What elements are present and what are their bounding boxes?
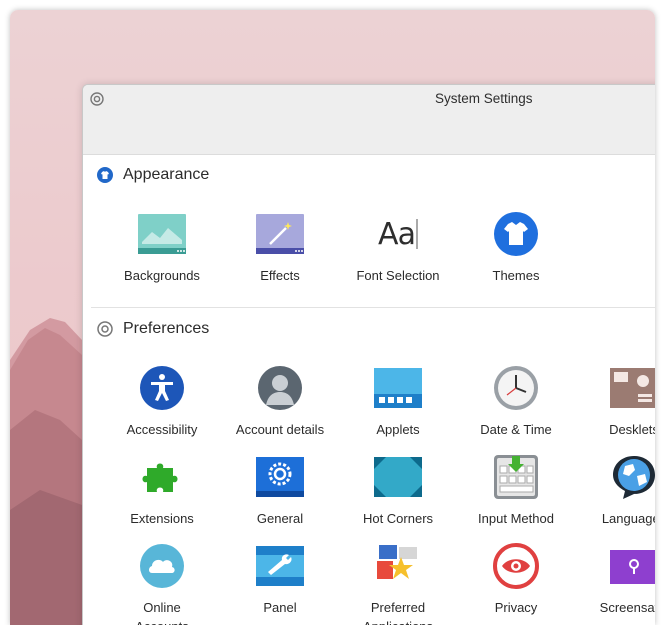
hot-corners-icon xyxy=(374,457,422,497)
appearance-label: Appearance xyxy=(123,166,210,183)
accessibility-icon xyxy=(140,366,184,410)
user-avatar-icon xyxy=(258,366,302,410)
item-general[interactable]: General xyxy=(221,453,339,528)
item-desklets[interactable]: Desklets xyxy=(575,364,655,439)
preferred-applications-label: Preferred Applications xyxy=(363,600,433,625)
preferences-header: Preferences xyxy=(97,320,209,338)
desktop-background: System Settings Appearance Backgrounds E… xyxy=(10,10,655,625)
preferences-label: Preferences xyxy=(123,320,210,337)
general-label: General xyxy=(256,511,304,526)
hot-corners-label: Hot Corners xyxy=(362,511,434,526)
online-accounts-label: Online Accounts xyxy=(135,600,188,625)
item-applets[interactable]: Applets xyxy=(339,364,457,439)
system-settings-window: System Settings Appearance Backgrounds E… xyxy=(82,84,655,625)
font-selection-label: Font Selection xyxy=(356,268,440,283)
privacy-label: Privacy xyxy=(494,600,538,615)
item-hot-corners[interactable]: Hot Corners xyxy=(339,453,457,528)
appearance-header: Appearance xyxy=(97,166,209,184)
clock-icon xyxy=(494,366,538,410)
font-icon: Aa xyxy=(378,216,416,252)
star-apps-icon xyxy=(377,545,417,579)
text-cursor-icon xyxy=(415,219,418,249)
account-details-label: Account details xyxy=(235,422,325,437)
panel-label: Panel xyxy=(263,600,297,615)
panel-wrench-icon xyxy=(256,546,304,586)
keyboard-icon xyxy=(494,455,538,499)
lock-screen-icon xyxy=(610,550,655,584)
input-method-label: Input Method xyxy=(478,511,554,526)
tshirt-icon xyxy=(494,212,538,256)
themes-label: Themes xyxy=(492,268,540,283)
item-privacy[interactable]: Privacy xyxy=(457,542,575,617)
applets-label: Applets xyxy=(376,422,420,437)
cloud-icon xyxy=(140,544,184,588)
item-account-details[interactable]: Account details xyxy=(221,364,339,439)
desklets-icon xyxy=(610,368,655,408)
languages-label: Languages xyxy=(601,511,655,526)
backgrounds-icon xyxy=(138,214,186,254)
item-languages[interactable]: Languages xyxy=(575,453,655,528)
screensaver-label: Screensave xyxy=(599,600,655,615)
globe-speech-icon xyxy=(613,456,655,499)
gear-icon xyxy=(256,457,304,497)
appearance-section-icon xyxy=(97,167,113,183)
item-backgrounds[interactable]: Backgrounds xyxy=(103,210,221,285)
item-accessibility[interactable]: Accessibility xyxy=(103,364,221,439)
section-divider xyxy=(91,307,655,308)
extensions-label: Extensions xyxy=(130,511,194,526)
applets-icon xyxy=(374,368,422,408)
item-screensaver[interactable]: Screensave xyxy=(575,542,655,617)
date-time-label: Date & Time xyxy=(480,422,552,437)
accessibility-label: Accessibility xyxy=(126,422,198,437)
effects-icon xyxy=(256,214,304,254)
item-effects[interactable]: Effects xyxy=(221,210,339,285)
window-title: System Settings xyxy=(435,91,533,106)
settings-app-icon xyxy=(90,92,104,106)
title-bar: System Settings xyxy=(83,85,655,155)
item-font-selection[interactable]: Aa Font Selection xyxy=(339,210,457,285)
item-date-time[interactable]: Date & Time xyxy=(457,364,575,439)
preferences-section-icon xyxy=(97,321,113,337)
item-extensions[interactable]: Extensions xyxy=(103,453,221,528)
desklets-label: Desklets xyxy=(609,422,655,437)
item-online-accounts[interactable]: Online Accounts xyxy=(103,542,221,625)
backgrounds-label: Backgrounds xyxy=(124,268,200,283)
puzzle-piece-icon xyxy=(142,463,178,492)
item-panel[interactable]: Panel xyxy=(221,542,339,617)
effects-label: Effects xyxy=(260,268,300,283)
item-themes[interactable]: Themes xyxy=(457,210,575,285)
item-input-method[interactable]: Input Method xyxy=(457,453,575,528)
item-preferred-applications[interactable]: Preferred Applications xyxy=(339,542,457,625)
eye-icon xyxy=(493,543,539,589)
